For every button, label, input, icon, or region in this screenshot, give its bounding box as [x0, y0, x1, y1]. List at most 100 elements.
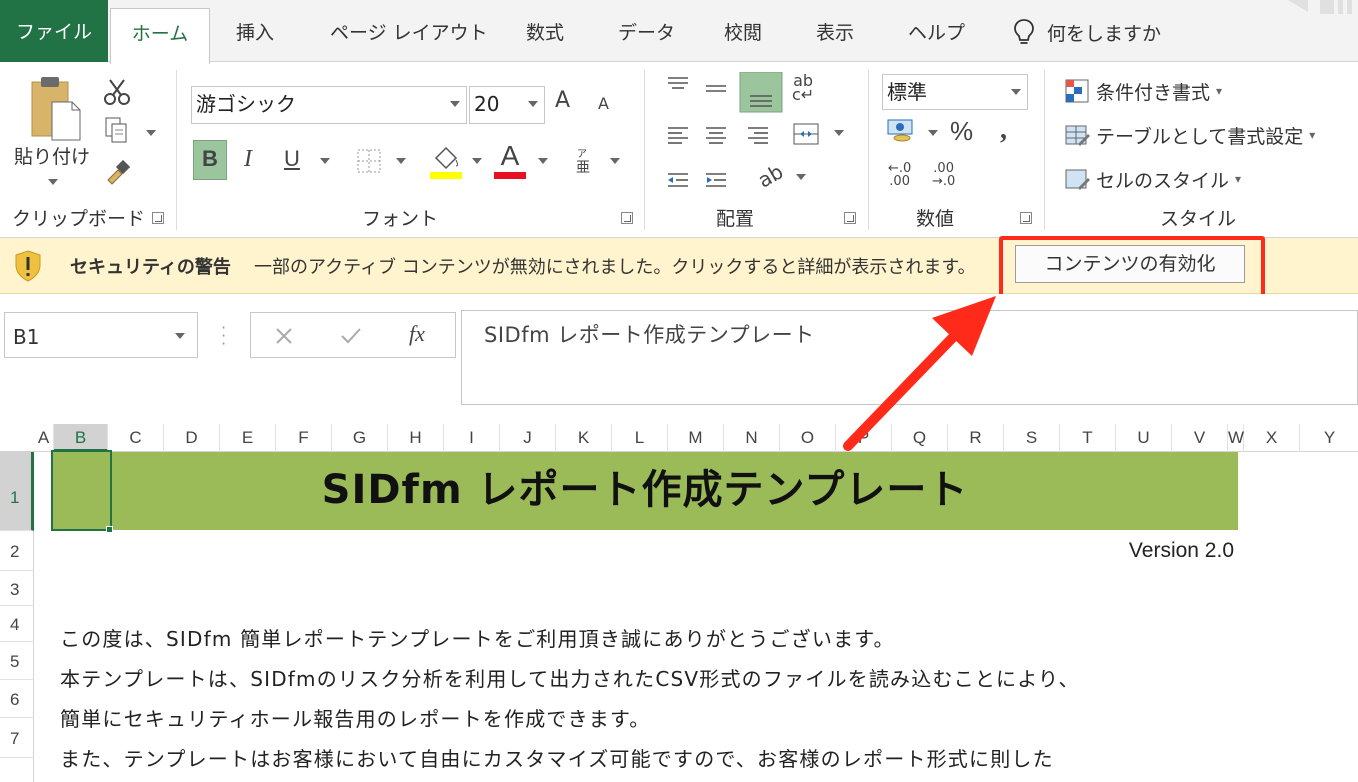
copy-dropdown-arrow[interactable]: [146, 130, 156, 136]
version-cell[interactable]: Version 2.0: [1000, 539, 1234, 563]
font-color-dropdown-arrow[interactable]: [538, 158, 548, 164]
column-header-n[interactable]: N: [724, 424, 780, 452]
tab-data[interactable]: データ: [610, 8, 683, 62]
borders-dropdown-arrow[interactable]: [396, 158, 406, 164]
borders-icon[interactable]: [356, 148, 382, 174]
copy-icon[interactable]: [104, 116, 132, 146]
bold-button[interactable]: B: [193, 146, 227, 172]
row-header-4[interactable]: 4: [0, 606, 34, 642]
grow-font-icon[interactable]: A: [555, 88, 570, 113]
column-header-h[interactable]: H: [388, 424, 444, 452]
tab-file[interactable]: ファイル: [0, 0, 108, 62]
fill-color-dropdown-arrow[interactable]: [472, 158, 482, 164]
row-header-6[interactable]: 6: [0, 680, 34, 718]
name-box-arrow-icon[interactable]: [175, 333, 185, 339]
wrap-text-icon[interactable]: ab c↵: [792, 73, 814, 103]
column-header-w[interactable]: W: [1228, 424, 1244, 452]
underline-dropdown-arrow[interactable]: [320, 158, 330, 164]
body-line-row-7[interactable]: また、テンプレートはお客様において自由にカスタマイズ可能ですので、お客様のレポー…: [60, 743, 1054, 772]
column-header-j[interactable]: J: [500, 424, 556, 452]
alignment-launcher-icon[interactable]: [844, 212, 856, 224]
conditional-formatting-button[interactable]: 条件付き書式 ▾: [1064, 76, 1222, 106]
cancel-icon[interactable]: [273, 325, 295, 347]
merge-center-icon[interactable]: [792, 120, 820, 148]
formula-input[interactable]: SIDfm レポート作成テンプレート: [461, 310, 1358, 405]
number-launcher-icon[interactable]: [1020, 212, 1032, 224]
font-name-select[interactable]: 游ゴシック: [191, 86, 467, 124]
column-header-y[interactable]: Y: [1300, 424, 1358, 452]
decrease-decimal-icon[interactable]: .00 →.0: [932, 162, 955, 188]
font-size-select[interactable]: 20: [469, 86, 545, 124]
percent-button[interactable]: %: [950, 116, 973, 147]
security-warning-message[interactable]: 一部のアクティブ コンテンツが無効にされました。クリックすると詳細が表示されます…: [254, 253, 976, 279]
paste-button[interactable]: 貼り付け: [14, 142, 90, 169]
italic-button[interactable]: I: [244, 146, 252, 173]
column-header-r[interactable]: R: [948, 424, 1004, 452]
tab-home[interactable]: ホーム: [110, 8, 210, 64]
comma-button[interactable]: ,: [1000, 114, 1007, 146]
paste-dropdown-arrow[interactable]: [48, 179, 58, 185]
column-header-c[interactable]: C: [108, 424, 164, 452]
tab-insert[interactable]: 挿入: [228, 8, 282, 62]
row-header-2[interactable]: 2: [0, 531, 34, 571]
tab-help[interactable]: ヘルプ: [900, 8, 973, 62]
enter-check-icon[interactable]: [339, 325, 363, 347]
cut-icon[interactable]: [102, 78, 132, 106]
row-header-3[interactable]: 3: [0, 571, 34, 606]
column-header-m[interactable]: M: [668, 424, 724, 452]
column-header-q[interactable]: Q: [892, 424, 948, 452]
clipboard-launcher-icon[interactable]: [152, 212, 164, 224]
insert-function-icon[interactable]: fx: [409, 321, 425, 347]
format-painter-icon[interactable]: [104, 160, 130, 186]
currency-dropdown-arrow[interactable]: [928, 130, 938, 136]
number-format-select[interactable]: 標準: [882, 74, 1028, 110]
orientation-dropdown-arrow[interactable]: [796, 174, 806, 180]
column-header-a[interactable]: A: [34, 424, 54, 452]
column-header-p[interactable]: P: [836, 424, 892, 452]
row-header-7[interactable]: 7: [0, 718, 34, 758]
currency-icon[interactable]: [886, 118, 916, 144]
name-box[interactable]: B1: [4, 312, 198, 358]
merge-dropdown-arrow[interactable]: [834, 130, 844, 136]
cell-styles-button[interactable]: セルのスタイル ▾: [1064, 164, 1241, 194]
format-as-table-button[interactable]: テーブルとして書式設定 ▾: [1064, 120, 1315, 150]
tab-view[interactable]: 表示: [808, 8, 862, 62]
shrink-font-icon[interactable]: A: [598, 94, 609, 113]
column-header-x[interactable]: X: [1244, 424, 1300, 452]
body-line-row-5[interactable]: 本テンプレートは、SIDfmのリスク分析を利用して出力されたCSV形式のファイル…: [60, 663, 1080, 692]
column-header-u[interactable]: U: [1116, 424, 1172, 452]
tab-formulas[interactable]: 数式: [518, 8, 572, 62]
row-header-1[interactable]: 1: [0, 452, 34, 531]
column-header-k[interactable]: K: [556, 424, 612, 452]
column-header-t[interactable]: T: [1060, 424, 1116, 452]
phonetic-dropdown-arrow[interactable]: [610, 158, 620, 164]
formula-bar-buttons: fx: [250, 312, 456, 358]
column-header-f[interactable]: F: [276, 424, 332, 452]
font-color-button[interactable]: A: [494, 138, 526, 180]
fill-color-icon[interactable]: [430, 142, 462, 180]
tell-me-box[interactable]: 何をしますか: [1013, 18, 1161, 46]
column-header-o[interactable]: O: [780, 424, 836, 452]
body-line-row-6[interactable]: 簡単にセキュリティホール報告用のレポートを作成できます。: [60, 703, 650, 732]
column-header-i[interactable]: I: [444, 424, 500, 452]
paste-icon[interactable]: [28, 74, 86, 146]
formula-bar-grip-icon[interactable]: · · ·: [221, 320, 226, 352]
column-header-d[interactable]: D: [164, 424, 220, 452]
phonetic-icon[interactable]: ア 亜: [574, 146, 594, 176]
column-header-v[interactable]: V: [1172, 424, 1228, 452]
tab-page-layout[interactable]: ページ レイアウト: [322, 8, 496, 62]
column-header-b[interactable]: B: [54, 424, 108, 452]
column-header-e[interactable]: E: [220, 424, 276, 452]
active-cell-b1[interactable]: [51, 450, 112, 531]
increase-decimal-icon[interactable]: ←.0.00: [888, 162, 911, 188]
body-line-row-4[interactable]: この度は、SIDfm 簡単レポートテンプレートをご利用頂き誠にありがとうございま…: [60, 623, 895, 652]
row-header-5[interactable]: 5: [0, 642, 34, 680]
column-header-l[interactable]: L: [612, 424, 668, 452]
tab-review[interactable]: 校閲: [716, 8, 770, 62]
underline-button[interactable]: U: [284, 146, 300, 172]
column-header-g[interactable]: G: [332, 424, 388, 452]
sheet-title[interactable]: SIDfm レポート作成テンプレート: [52, 452, 1238, 530]
column-header-s[interactable]: S: [1004, 424, 1060, 452]
font-launcher-icon[interactable]: [621, 212, 633, 224]
fill-handle[interactable]: [106, 526, 113, 533]
